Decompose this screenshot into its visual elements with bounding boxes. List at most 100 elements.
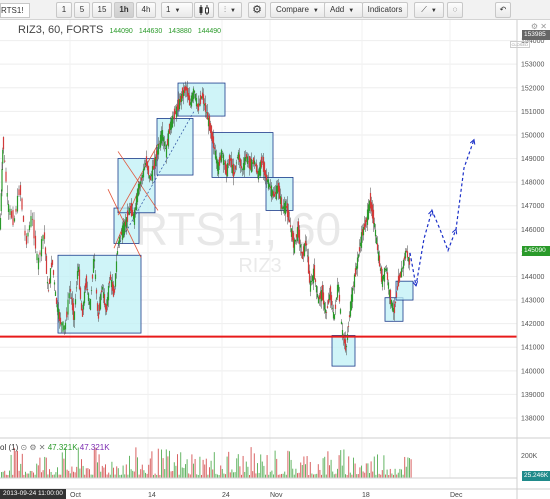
interval-dropdown[interactable]: 1 ▼	[161, 2, 193, 18]
interval-4h-button[interactable]: 4h	[136, 2, 156, 18]
volume-bar	[57, 467, 58, 478]
volume-bar	[199, 456, 201, 478]
interval-15m-button[interactable]: 15	[92, 2, 112, 18]
candle-body	[149, 176, 152, 181]
candle-body	[246, 156, 249, 164]
volume-bar	[316, 473, 318, 478]
volume-bar	[215, 473, 217, 478]
volume-bar	[169, 450, 170, 478]
add-button[interactable]: Add ▼	[324, 2, 363, 18]
candle-body	[337, 284, 340, 292]
volume-bar	[194, 458, 196, 478]
volume-bar	[145, 472, 146, 478]
candle-body	[9, 208, 11, 215]
candle-body	[83, 291, 86, 304]
legend-close: 144490	[197, 28, 222, 35]
candle-body	[118, 237, 121, 244]
volume-bar	[354, 463, 356, 478]
watermark-sub: RIZ3	[238, 255, 281, 277]
volume-bar	[103, 467, 105, 478]
volume-bar	[116, 466, 118, 478]
volume-bar	[282, 473, 284, 478]
candle-body	[138, 183, 141, 188]
candle-body	[253, 160, 256, 165]
candle-body	[374, 229, 377, 237]
candle-body	[2, 149, 4, 164]
candle-body	[192, 88, 195, 100]
volume-bar	[297, 473, 298, 478]
volume-bar	[9, 470, 10, 478]
volume-bar	[404, 456, 406, 478]
volume-bar	[31, 471, 33, 478]
price-tick-label: 144000	[521, 274, 544, 281]
candle-body	[114, 273, 117, 287]
volume-bar	[407, 457, 409, 478]
price-tick-label: 153000	[521, 62, 544, 69]
candle-body	[171, 115, 174, 128]
candle-body	[73, 311, 76, 320]
volume-bar	[341, 465, 343, 478]
candle-body	[299, 244, 302, 248]
volume-bar	[410, 459, 412, 478]
volume-value-1: 47.321K	[47, 443, 78, 452]
interval-1m-button[interactable]: 1	[56, 2, 72, 18]
volume-bar	[381, 470, 383, 478]
hint-button[interactable]: ◌	[447, 2, 463, 18]
settings-button[interactable]: ⚙	[248, 2, 266, 18]
volume-bar	[386, 469, 388, 478]
legend-open: 144090	[109, 28, 133, 35]
volume-bar	[399, 468, 401, 478]
volume-bar	[20, 463, 22, 478]
price-chart[interactable]: RTS1!, 60 RIZ3 1550001540001530001520001…	[0, 20, 550, 499]
candle-body	[345, 346, 348, 348]
interval-5m-button[interactable]: 5	[74, 2, 90, 18]
bar-style-dropdown[interactable]: ⫶ ▼	[218, 2, 242, 18]
volume-bar	[225, 474, 226, 478]
volume-bar	[290, 459, 292, 478]
volume-value-2: 47.321K	[79, 443, 110, 452]
legend-title: RIZ3, 60, FORTS	[18, 24, 104, 36]
undo-button[interactable]: ↶	[495, 2, 511, 18]
price-tick-label: 138000	[521, 416, 544, 423]
candle-body	[113, 288, 116, 293]
candle-body	[2, 137, 5, 150]
candle-body	[115, 261, 118, 272]
volume-bar	[389, 468, 391, 478]
symbol-field[interactable]: RTS1!	[0, 3, 30, 18]
chart-type-button[interactable]	[194, 2, 214, 18]
volume-bar	[172, 471, 174, 478]
volume-bar	[345, 474, 346, 478]
candle-body	[22, 215, 25, 222]
volume-bar	[61, 452, 63, 478]
candle-body	[139, 181, 142, 184]
indicators-button[interactable]: Indicators	[362, 2, 408, 18]
volume-bar	[205, 458, 207, 478]
candle-body	[326, 306, 329, 308]
volume-bar	[82, 465, 84, 478]
volume-bar	[311, 473, 313, 478]
volume-bar	[260, 454, 262, 478]
volume-bar	[274, 450, 276, 478]
volume-bar	[356, 474, 358, 478]
candle-body	[30, 216, 32, 227]
candle-body	[402, 260, 405, 269]
volume-bar	[63, 458, 65, 478]
volume-bar	[164, 469, 166, 478]
drawing-tools-dropdown[interactable]: ⟋ ▼	[414, 2, 444, 18]
volume-bar	[154, 473, 156, 478]
symbol-legend: RIZ3, 60, FORTS 144090 144630 143880 144…	[18, 24, 221, 36]
candle-body	[334, 304, 337, 309]
compare-button[interactable]: Compare ▼	[270, 2, 327, 18]
candle-body	[39, 252, 41, 255]
price-tick-label: 152000	[521, 85, 544, 92]
candle-body	[375, 237, 378, 244]
time-tick-label: 14	[148, 492, 156, 499]
volume-icons[interactable]: ⊙ ⚙ ✕	[20, 443, 45, 452]
volume-bar	[212, 469, 214, 478]
volume-bar	[90, 474, 92, 478]
interval-1h-button[interactable]: 1h	[114, 2, 134, 18]
candle-body	[338, 294, 341, 302]
candle-body	[356, 257, 359, 269]
candle-body	[316, 293, 319, 298]
volume-bar	[100, 471, 102, 478]
